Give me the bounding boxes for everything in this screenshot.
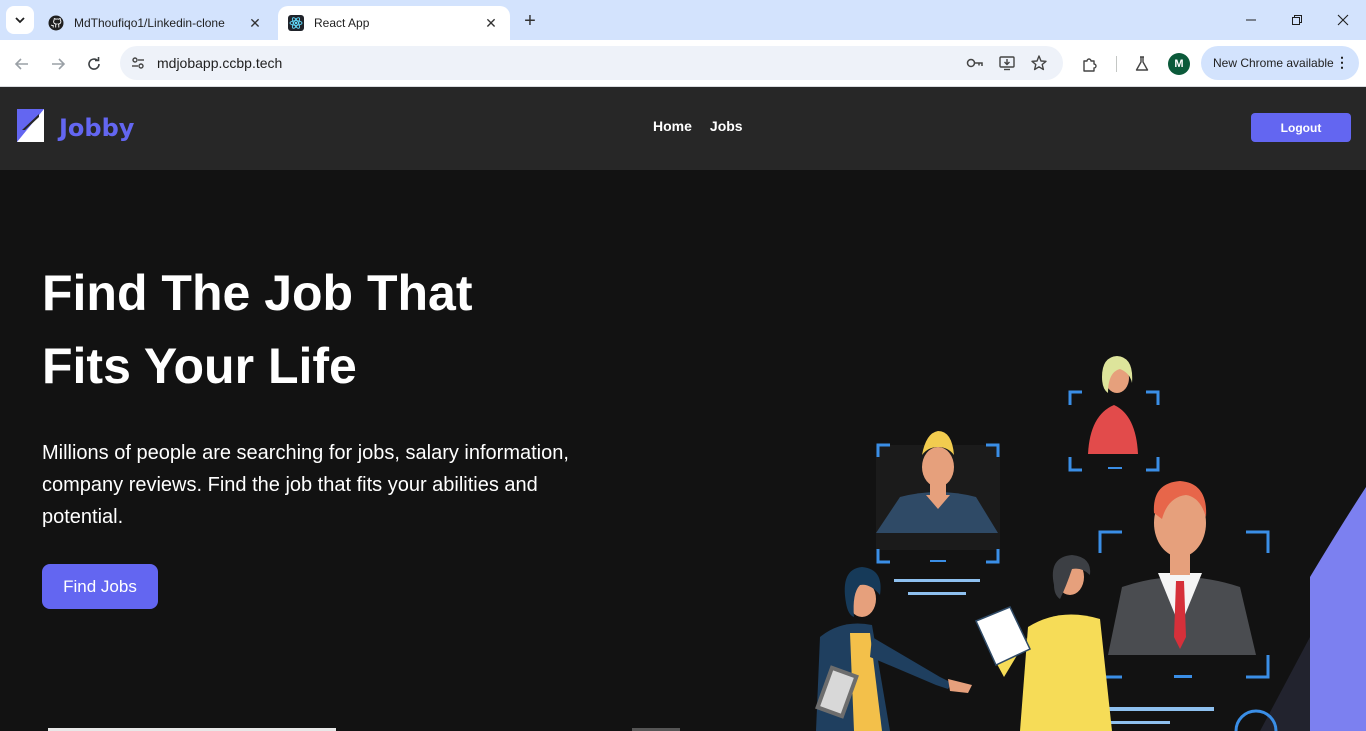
decorative-dark-shape xyxy=(1260,637,1310,731)
arrow-right-icon xyxy=(52,58,66,70)
bookmark-star-icon[interactable] xyxy=(1027,51,1051,75)
main-nav: Home Jobs xyxy=(653,118,743,134)
close-window-button[interactable] xyxy=(1320,6,1366,34)
browser-chrome: MdThoufiqo1/Linkedin-clone ✕ React App ✕… xyxy=(0,0,1366,87)
close-icon xyxy=(1337,14,1349,26)
github-icon xyxy=(48,15,64,31)
jobby-logo-icon[interactable] xyxy=(17,109,44,142)
toolbar-divider xyxy=(1116,56,1117,72)
tab-title: React App xyxy=(314,16,370,30)
chevron-down-icon xyxy=(15,17,25,24)
forward-button[interactable] xyxy=(44,50,72,78)
install-app-icon[interactable] xyxy=(995,51,1019,75)
labs-button[interactable] xyxy=(1128,50,1156,78)
extensions-button[interactable] xyxy=(1076,50,1104,78)
restore-button[interactable] xyxy=(1274,6,1320,34)
decorative-wave-shape xyxy=(1310,487,1366,731)
update-chip-label: New Chrome available xyxy=(1213,56,1334,70)
restore-icon xyxy=(1292,15,1302,25)
tab-search-button[interactable] xyxy=(6,6,34,34)
react-icon xyxy=(288,15,304,31)
site-info-icon[interactable] xyxy=(126,51,150,75)
nav-home-link[interactable]: Home xyxy=(653,118,692,134)
hero-title-line-2: Fits Your Life xyxy=(42,338,357,394)
page: Jobby Home Jobs Logout Find The Job That… xyxy=(0,87,1366,731)
password-key-icon[interactable] xyxy=(963,51,987,75)
flask-icon xyxy=(1135,56,1149,71)
job-seekers-illustration xyxy=(815,356,1366,731)
arrow-left-icon xyxy=(14,58,28,70)
close-icon[interactable]: ✕ xyxy=(246,14,264,32)
browser-toolbar: mdjobapp.ccbp.tech M New Chrome availabl… xyxy=(0,40,1366,87)
more-vert-icon: ⋮ xyxy=(1335,54,1349,70)
nav-jobs-link[interactable]: Jobs xyxy=(710,118,743,134)
hero-description: Millions of people are searching for job… xyxy=(42,442,569,528)
minimize-icon xyxy=(1246,19,1256,21)
hero-title: Find The Job That Fits Your Life xyxy=(42,257,602,403)
tab-strip: MdThoufiqo1/Linkedin-clone ✕ React App ✕… xyxy=(0,0,1366,40)
reload-button[interactable] xyxy=(80,50,108,78)
url-text: mdjobapp.ccbp.tech xyxy=(157,55,283,71)
hero-title-line-1: Find The Job That xyxy=(42,265,473,321)
address-bar[interactable]: mdjobapp.ccbp.tech xyxy=(120,46,1063,80)
new-tab-button[interactable]: + xyxy=(518,9,542,33)
close-icon[interactable]: ✕ xyxy=(482,14,500,32)
tab-react-app[interactable]: React App ✕ xyxy=(278,6,510,40)
reload-icon xyxy=(88,57,100,70)
back-button[interactable] xyxy=(8,50,36,78)
update-chrome-button[interactable]: New Chrome available ⋮ xyxy=(1201,46,1359,80)
logout-button[interactable]: Logout xyxy=(1251,113,1351,142)
profile-avatar[interactable]: M xyxy=(1168,53,1190,75)
app-header: Jobby Home Jobs Logout xyxy=(0,87,1366,170)
puzzle-icon xyxy=(1083,58,1097,72)
plus-icon: + xyxy=(524,9,536,32)
minimize-button[interactable] xyxy=(1228,6,1274,34)
find-jobs-button[interactable]: Find Jobs xyxy=(42,564,158,609)
tab-title: MdThoufiqo1/Linkedin-clone xyxy=(74,16,225,30)
tab-linkedin-clone[interactable]: MdThoufiqo1/Linkedin-clone ✕ xyxy=(38,6,274,40)
brand-name[interactable]: Jobby xyxy=(59,114,134,142)
